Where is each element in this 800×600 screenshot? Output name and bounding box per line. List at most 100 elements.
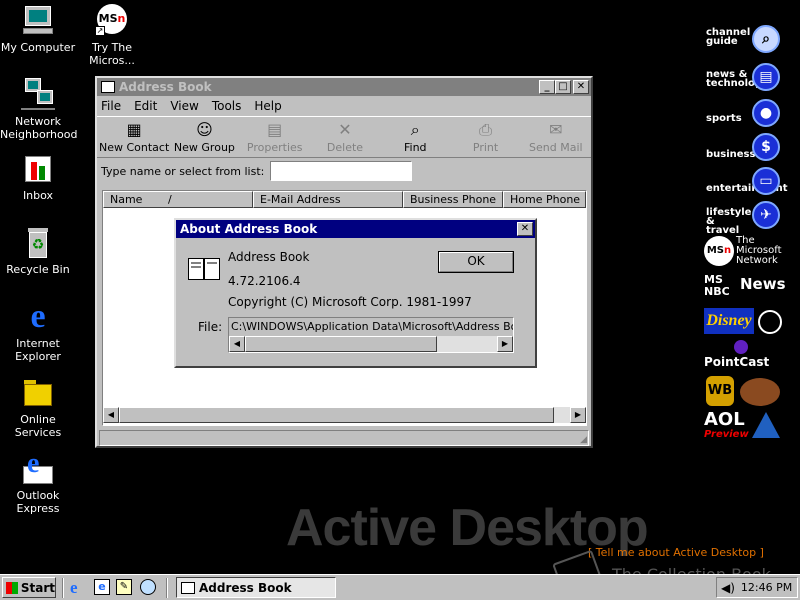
maximize-button[interactable]: □ [555,80,571,94]
menu-tools[interactable]: Tools [212,99,242,113]
sort-indicator: / [167,193,172,206]
properties-button[interactable]: ▤ Properties [240,117,310,157]
menu-file[interactable]: File [101,99,121,113]
aol-triangle-icon [752,412,780,438]
desktop-icon-network[interactable]: Network Neighborhood [0,78,77,141]
quicklaunch-channels-icon[interactable] [140,579,156,595]
file-path-field[interactable]: C:\WINDOWS\Application Data\Microsoft\Ad… [228,317,514,353]
search-input[interactable] [270,161,413,181]
tell-me-about-active-desktop-link[interactable]: [ Tell me about Active Desktop ] [588,546,764,559]
print-icon: ⎙ [479,120,492,139]
file-scroll-right-arrow-icon[interactable]: ▶ [497,336,513,352]
find-button[interactable]: ⌕ Find [380,117,450,157]
desktop-icon-outlook-express[interactable]: e Outlook Express [0,450,76,516]
address-book-task-icon [181,581,195,594]
about-version: 4.72.2106.4 [228,274,301,288]
desktop-icon-msn[interactable]: MSn ↗ Try The Micros... [74,4,150,67]
minimize-button[interactable]: _ [539,80,555,94]
file-scroll-left-arrow-icon[interactable]: ◀ [229,336,245,352]
ie-icon: e [30,298,46,335]
print-button[interactable]: ⎙ Print [450,117,520,157]
resize-grip-icon[interactable]: ◢ [580,435,587,445]
ok-button[interactable]: OK [438,251,514,273]
channel-msnbc[interactable]: MS NBC News [704,272,786,302]
address-book-titlebar[interactable]: Address Book _ □ ✕ [97,78,591,96]
about-close-button[interactable]: ✕ [517,222,533,236]
file-scroll-thumb[interactable] [245,336,437,352]
pointcast-icon [734,340,748,354]
quicklaunch-ie-icon[interactable]: e [70,578,78,598]
find-icon: ⌕ [410,120,420,139]
desktop-icon-label: Inbox [22,189,54,202]
desktop-icon-ie[interactable]: e Internet Explorer [0,298,76,364]
column-header-business-phone[interactable]: Business Phone [403,191,503,208]
channel-pointcast[interactable]: PointCast [704,340,784,370]
window-title: Address Book [119,80,212,94]
channel-msn[interactable]: MSn The Microsoft Network [704,234,784,266]
network-icon [21,78,55,112]
desktop-icon-label: Outlook Express [16,489,60,515]
desktop-icon-inbox[interactable]: Inbox [0,152,76,202]
airplane-icon: ✈ [752,201,780,229]
channel-warner-bros[interactable]: WB [704,374,784,408]
close-button[interactable]: ✕ [573,80,589,94]
desktop-icon-my-computer[interactable]: My Computer [0,4,76,54]
file-path-scrollbar[interactable]: ◀ ▶ [229,336,513,352]
column-header-home-phone[interactable]: Home Phone [503,191,586,208]
channel-business[interactable]: business $ [704,132,784,162]
channel-entertainment[interactable]: entertainment ▭ [704,166,788,196]
desktop-icon-label: My Computer [0,41,76,54]
scroll-thumb[interactable] [119,407,554,423]
about-dialog[interactable]: About Address Book ✕ Address Book 4.72.2… [174,218,537,368]
channel-aol[interactable]: AOL Preview [704,410,784,444]
properties-icon: ▤ [267,120,283,139]
new-group-icon: ☺ [196,120,213,139]
channel-disney[interactable]: Disney [704,304,784,336]
soccer-ball-icon: ● [752,99,780,127]
mickey-icon [758,310,782,334]
desktop-icon-label: Online Services [14,413,62,439]
start-button[interactable]: Start [2,577,56,598]
channel-news-technology[interactable]: news & technology ▤ [704,62,784,92]
channel-sports[interactable]: sports ● [704,98,784,128]
quicklaunch-desktop-icon[interactable]: ✎ [116,579,132,595]
scroll-right-arrow-icon[interactable]: ▶ [570,407,586,423]
channel-lifestyle-travel[interactable]: lifestyle & travel ✈ [704,200,784,236]
recycle-bin-icon: ♻ [21,226,55,260]
new-group-button[interactable]: ☺ New Group [169,117,239,157]
task-button-address-book[interactable]: Address Book [176,577,336,598]
address-book-app-icon [101,81,115,93]
send-mail-icon: ✉ [549,120,563,139]
desktop-icon-label: Recycle Bin [6,263,70,276]
new-contact-button[interactable]: ▦ New Contact [99,117,169,157]
scroll-left-arrow-icon[interactable]: ◀ [103,407,119,423]
send-mail-button[interactable]: ✉ Send Mail [521,117,591,157]
desktop-icon-online-services[interactable]: Online Services [0,376,76,439]
channel-guide[interactable]: channel guide ⌕ [704,24,784,54]
address-book-large-icon [188,254,220,282]
search-row: Type name or select from list: [97,158,591,184]
menu-edit[interactable]: Edit [134,99,157,113]
about-dialog-titlebar[interactable]: About Address Book ✕ [176,220,535,238]
taskbar-separator [166,578,168,598]
column-header-name[interactable]: Name / [103,191,253,208]
status-bar: ◢ [99,430,589,446]
column-header-email[interactable]: E-Mail Address [253,191,403,208]
desktop-icon-label: Internet Explorer [15,337,61,363]
delete-button[interactable]: ✕ Delete [310,117,380,157]
volume-icon[interactable]: ◀) [721,581,735,595]
clock[interactable]: 12:46 PM [741,581,792,594]
tv-icon: ▭ [752,167,780,195]
menu-help[interactable]: Help [254,99,281,113]
desktop-icon-recycle-bin[interactable]: ♻ Recycle Bin [0,226,76,276]
inbox-icon [21,152,55,186]
horizontal-scrollbar[interactable]: ◀ ▶ [103,407,586,423]
menu-view[interactable]: View [170,99,198,113]
taskbar-separator [62,578,64,598]
file-label: File: [198,320,223,334]
about-product-name: Address Book [228,250,310,264]
dollar-icon: $ [752,133,780,161]
magnifier-icon: ⌕ [752,25,780,53]
quicklaunch-outlook-icon[interactable]: e [94,579,110,595]
desktop-icon-label: Try The Micros... [89,41,135,67]
